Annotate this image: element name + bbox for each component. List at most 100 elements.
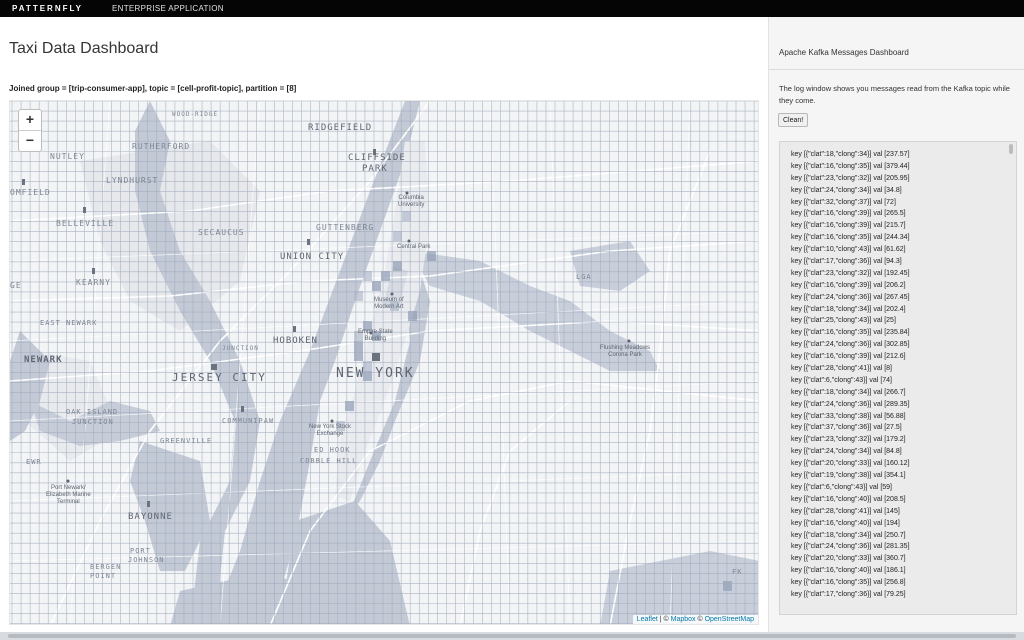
map-label-oak-island-junction: JUNCTION — [72, 418, 114, 426]
map-label-guttenberg: GUTTENBERG — [316, 223, 375, 232]
map-label-hoboken: HOBOKEN — [273, 336, 318, 346]
zoom-out-button[interactable]: − — [19, 130, 41, 151]
page-title: Taxi Data Dashboard — [9, 40, 159, 57]
log-message: key [{"clat":16,"clong":40}] val [194] — [791, 519, 900, 527]
map-label-bergen: BERGEN — [90, 563, 122, 571]
map-label-bayonne: BAYONNE — [128, 512, 173, 522]
map-label-ge: GE — [10, 281, 22, 290]
log-message: key [{"clat":16,"clong":39}] val [265.5] — [791, 210, 906, 218]
clean-button[interactable]: Clean! — [778, 113, 809, 127]
brand-subtitle: ENTERPRISE APPLICATION — [112, 4, 224, 13]
zoom-in-button[interactable]: + — [19, 110, 41, 130]
log-message: key [{"clat":16,"clong":40}] val [186.1] — [791, 567, 906, 575]
map-label-port: PORT — [130, 547, 151, 555]
log-message: key [{"clat":20,"clong":33}] val [160.12… — [791, 460, 910, 468]
map-label-oak-island: OAK ISLAND — [66, 408, 119, 416]
log-message: key [{"clat":25,"clong":43}] val [25] — [791, 317, 896, 325]
map-label-secaucus: SECAUCUS — [198, 228, 245, 237]
poi-port-newark: Port Newark/Elizabeth Marine Terminal — [46, 485, 91, 505]
map-label-ewr: EWR — [26, 458, 42, 466]
osm-link[interactable]: OpenStreetMap — [705, 616, 754, 623]
map-label-bloomfield: OMFIELD — [10, 188, 51, 197]
log-message: key [{"clat":16,"clong":40}] val [208.5] — [791, 495, 906, 503]
log-message: key [{"clat":20,"clong":33}] val [360.7] — [791, 555, 906, 563]
brand-logo[interactable]: PATTERNFLY — [12, 4, 83, 13]
map-label-belleville: BELLEVILLE — [56, 219, 115, 228]
map-label-lga: LGA — [576, 273, 592, 281]
log-message: key [{"clat":6,"clong":43}] val [74] — [791, 376, 892, 384]
map-label-cobble-hill: COBBLE HILL — [300, 457, 358, 465]
map-label-union-city: UNION CITY — [280, 252, 345, 262]
poi-museum: Museum of Modern Art — [374, 297, 404, 310]
poi-central-park: Central Park — [397, 244, 431, 250]
map-label-greenville: GREENVILLE — [160, 437, 213, 445]
kafka-description: The log window shows you messages read f… — [779, 84, 1010, 105]
leaflet-link[interactable]: Leaflet — [637, 616, 658, 623]
map-label-cliffside: CLIFFSIDE — [348, 153, 406, 163]
log-message: key [{"clat":23,"clong":32}] val [192.45… — [791, 269, 910, 277]
log-message: key [{"clat":24,"clong":36}] val [267.45… — [791, 293, 910, 301]
map-label-johnson: JOHNSON — [128, 556, 165, 564]
kafka-title: Apache Kafka Messages Dashboard — [779, 48, 909, 57]
log-message: key [{"clat":17,"clong":36}] val [94.3] — [791, 258, 902, 266]
log-message: key [{"clat":17,"clong":36}] val [79.25] — [791, 590, 906, 598]
poi-flushing: Flushing Meadows Corona Park — [600, 345, 651, 358]
log-list: key [{"clat":18,"clong":34}] val [237.57… — [780, 149, 910, 601]
map-label-wood-ridge: WOOD-RIDGE — [172, 111, 219, 118]
poi-nyse: New York Stock Exchange — [309, 424, 352, 437]
mapbox-link[interactable]: Mapbox — [671, 616, 696, 623]
log-message: key [{"clat":16,"clong":39}] val [212.6] — [791, 353, 906, 361]
log-message: key [{"clat":24,"clong":36}] val [289.35… — [791, 400, 910, 408]
map-label-rutherford: RUTHERFORD — [132, 142, 191, 151]
taxi-map[interactable]: + − WOOD-RIDGE RIDGEFIELD NUTLEY RUTHERF… — [9, 100, 759, 625]
map-label-kearny: KEARNY — [76, 278, 111, 287]
log-message: key [{"clat":24,"clong":34}] val [34.8] — [791, 186, 902, 194]
log-message: key [{"clat":24,"clong":36}] val [302.85… — [791, 341, 910, 349]
attribution-sep-1: | © — [657, 616, 671, 623]
log-message: key [{"clat":16,"clong":35}] val [235.84… — [791, 329, 910, 337]
map-label-junction: JUNCTION — [222, 345, 259, 352]
log-message: key [{"clat":37,"clong":36}] val [27.5] — [791, 424, 902, 432]
log-message: key [{"clat":16,"clong":35}] val [256.8] — [791, 579, 906, 587]
log-message: key [{"clat":32,"clong":37}] val [72] — [791, 198, 896, 206]
log-window[interactable]: key [{"clat":18,"clong":34}] val [237.57… — [779, 141, 1017, 615]
log-message: key [{"clat":19,"clong":38}] val [354.1] — [791, 472, 906, 480]
map-label-ridgefield: RIDGEFIELD — [308, 123, 373, 133]
log-message: key [{"clat":6,"clong":43}] val [59] — [791, 483, 892, 491]
log-message: key [{"clat":16,"clong":35}] val [244.34… — [791, 234, 910, 242]
scrollbar-thumb[interactable] — [8, 634, 1016, 638]
log-message: key [{"clat":18,"clong":34}] val [237.57… — [791, 151, 910, 158]
map-label-newark: NEWARK — [24, 355, 63, 365]
map-label-lyndhurst: LYNDHURST — [106, 176, 159, 185]
map-label-point: POINT — [90, 572, 117, 580]
masthead: PATTERNFLY ENTERPRISE APPLICATION — [0, 0, 1024, 17]
attribution-sep-2: © — [695, 616, 705, 623]
log-message: key [{"clat":16,"clong":35}] val [379.44… — [791, 162, 910, 170]
log-scrollbar[interactable] — [1009, 144, 1013, 154]
map-label-jersey-city: JERSEY CITY — [172, 371, 267, 384]
log-message: key [{"clat":24,"clong":36}] val [281.35… — [791, 543, 910, 551]
log-message: key [{"clat":28,"clong":41}] val [145] — [791, 507, 900, 515]
main-content: Taxi Data Dashboard Joined group = [trip… — [0, 17, 768, 637]
kafka-sidebar: Apache Kafka Messages Dashboard The log … — [768, 17, 1024, 637]
log-message: key [{"clat":23,"clong":32}] val [179.2] — [791, 436, 906, 444]
divider — [769, 69, 1024, 70]
log-message: key [{"clat":16,"clong":39}] val [206.2] — [791, 281, 906, 289]
log-message: key [{"clat":18,"clong":34}] val [250.7] — [791, 531, 906, 539]
map-label-east-newark: EAST NEWARK — [40, 319, 98, 327]
map-label-park: PARK — [362, 164, 388, 174]
map-label-fk: FK — [732, 568, 743, 576]
log-message: key [{"clat":10,"clong":43}] val [61.62] — [791, 246, 906, 254]
log-message: key [{"clat":18,"clong":34}] val [202.4] — [791, 305, 906, 313]
log-message: key [{"clat":18,"clong":34}] val [266.7] — [791, 388, 906, 396]
map-attribution: Leaflet | © Mapbox © OpenStreetMap — [632, 615, 758, 624]
poi-empire: Empire State Building — [358, 329, 393, 342]
joined-info: Joined group = [trip-consumer-app], topi… — [9, 84, 297, 93]
map-label-new-york: NEW YORK — [336, 366, 415, 381]
zoom-control: + − — [18, 109, 42, 152]
map-label-communipaw: COMMUNIPAW — [222, 417, 275, 425]
map-label-nutley: NUTLEY — [50, 152, 85, 161]
log-message: key [{"clat":16,"clong":39}] val [215.7] — [791, 222, 906, 230]
horizontal-scrollbar[interactable] — [0, 632, 1024, 640]
log-message: key [{"clat":33,"clong":38}] val [56.88] — [791, 412, 906, 420]
